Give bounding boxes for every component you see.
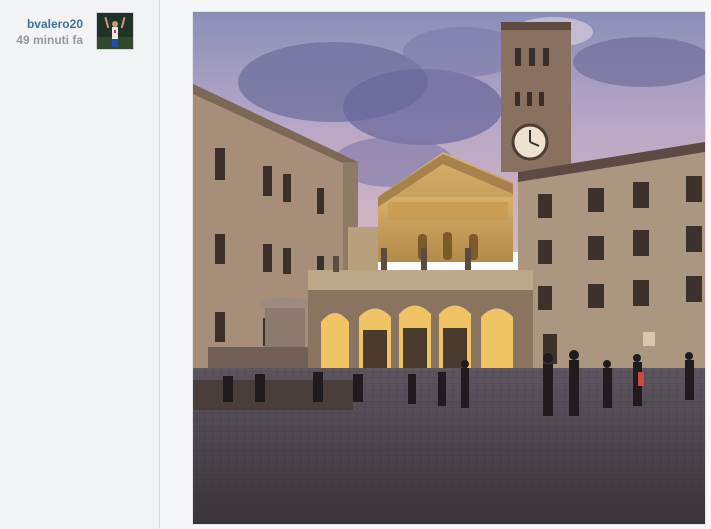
post-timestamp: 49 minuti fa xyxy=(16,33,83,47)
post-sidebar: bvalero20 49 minuti fa xyxy=(0,0,160,529)
username-link[interactable]: bvalero20 xyxy=(27,17,83,31)
post-photo[interactable] xyxy=(193,12,705,524)
piazza-church-photo xyxy=(193,12,705,524)
user-avatar[interactable] xyxy=(96,12,134,50)
avatar-image xyxy=(97,13,133,49)
